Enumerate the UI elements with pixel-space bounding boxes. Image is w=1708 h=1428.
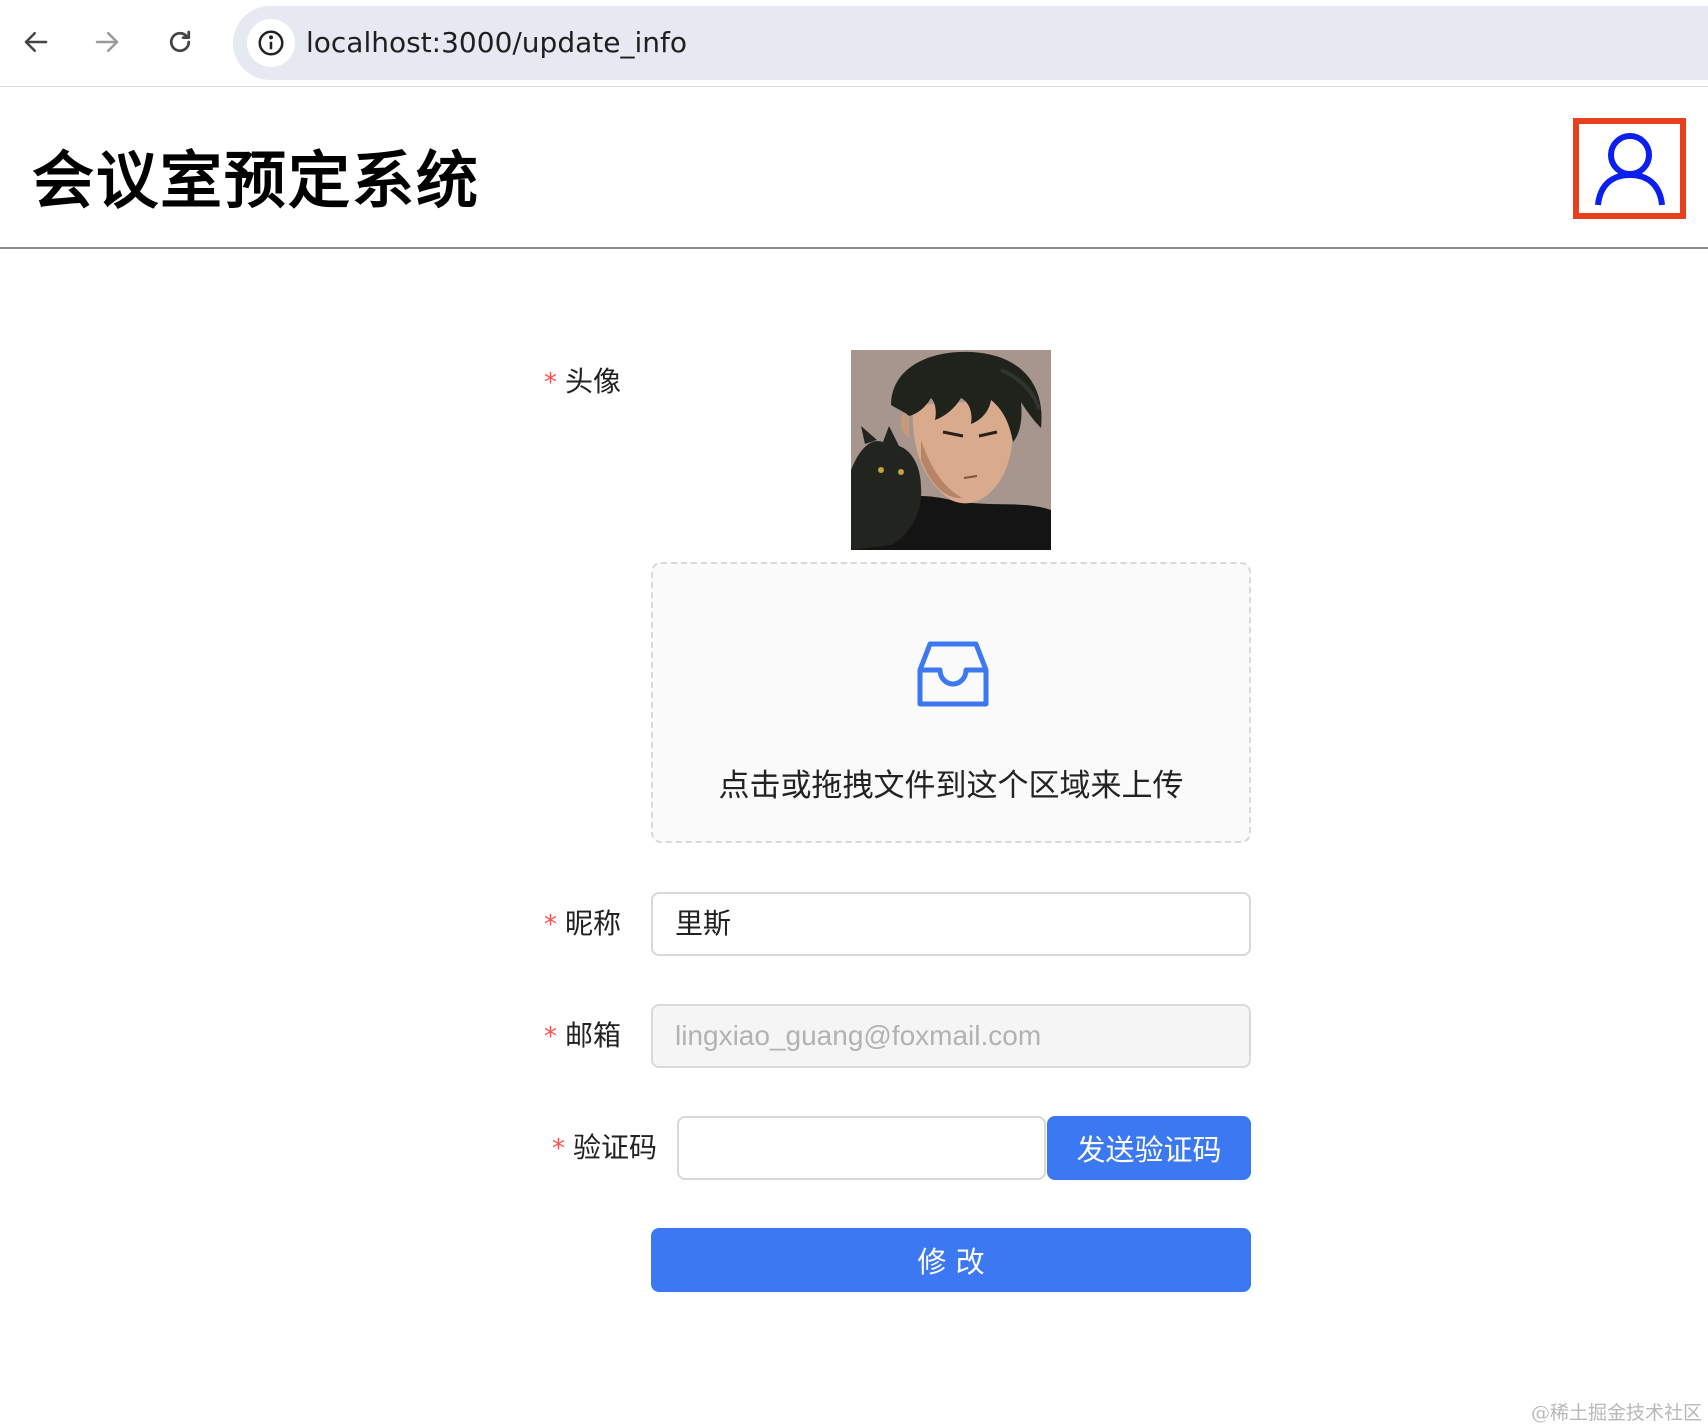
user-profile-button[interactable]	[1573, 118, 1686, 219]
watermark: @稀土掘金技术社区	[1530, 1402, 1702, 1424]
email-input: lingxiao_guang@foxmail.com	[651, 1004, 1251, 1068]
avatar-label: * 头像	[544, 365, 622, 398]
browser-toolbar: localhost:3000/update_info	[0, 0, 1708, 87]
captcha-input[interactable]	[677, 1116, 1046, 1180]
info-icon	[258, 30, 284, 56]
back-button[interactable]	[12, 18, 60, 66]
app-header: 会议室预定系统	[0, 88, 1708, 249]
forward-button[interactable]	[83, 18, 131, 66]
site-info-button[interactable]	[247, 19, 295, 67]
reload-button[interactable]	[156, 18, 204, 66]
arrow-right-icon	[95, 32, 119, 52]
email-label: * 邮箱	[544, 1019, 622, 1052]
send-captcha-button[interactable]: 发送验证码	[1047, 1116, 1251, 1180]
url-text: localhost:3000/update_info	[306, 26, 687, 59]
reload-icon	[169, 30, 191, 53]
upload-hint: 点击或拖拽文件到这个区域来上传	[718, 768, 1184, 804]
inbox-icon	[917, 641, 989, 707]
nickname-input[interactable]: 里斯	[651, 892, 1251, 956]
captcha-label: * 验证码	[552, 1131, 658, 1164]
arrow-left-icon	[24, 32, 48, 52]
upload-dropzone[interactable]: 点击或拖拽文件到这个区域来上传	[651, 562, 1251, 843]
page-title: 会议室预定系统	[32, 144, 481, 217]
address-bar[interactable]: localhost:3000/update_info	[233, 6, 1708, 80]
nickname-label: * 昵称	[544, 907, 622, 940]
avatar	[851, 350, 1051, 550]
submit-button[interactable]: 修 改	[651, 1228, 1251, 1292]
user-icon	[1594, 132, 1665, 205]
